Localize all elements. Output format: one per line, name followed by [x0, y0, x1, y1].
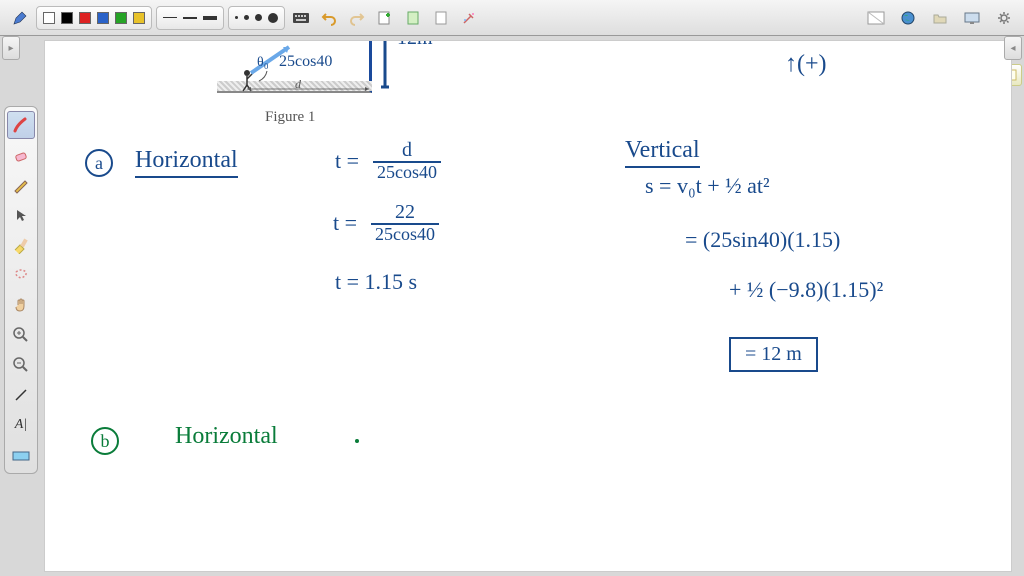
- new-page-icon[interactable]: [373, 6, 397, 30]
- toggle-panel-icon[interactable]: [864, 6, 888, 30]
- keyboard-icon[interactable]: [289, 6, 313, 30]
- part-b-horizontal-heading: Horizontal: [175, 423, 278, 450]
- pen-cursor-dot: [355, 439, 359, 443]
- shape-tool[interactable]: [7, 441, 35, 469]
- eq1-den: 25cos40: [373, 163, 441, 183]
- distance-d-label: d: [295, 77, 301, 92]
- tool-palette: A|: [4, 106, 38, 474]
- swatch-green[interactable]: [115, 12, 127, 24]
- zoom-in-tool[interactable]: [7, 321, 35, 349]
- right-drawer-handle[interactable]: ◂: [1004, 36, 1022, 60]
- dot-size-group: [228, 6, 285, 30]
- vertical-heading: Vertical: [625, 137, 700, 168]
- eq2-den: 25cos40: [371, 225, 439, 245]
- horizontal-heading: Horizontal: [135, 147, 238, 178]
- pencil-tool[interactable]: [7, 171, 35, 199]
- pan-hand-tool[interactable]: [7, 291, 35, 319]
- line-tool[interactable]: [7, 381, 35, 409]
- toolbar-left-cluster: [8, 6, 481, 30]
- boxed-result: = 12 m: [729, 337, 818, 372]
- workspace: A|: [0, 36, 1024, 576]
- left-drawer-handle[interactable]: ▸: [2, 36, 20, 60]
- width-thin[interactable]: [163, 17, 177, 18]
- color-swatch-group: [36, 6, 152, 30]
- dot-md[interactable]: [255, 14, 262, 21]
- undo-icon[interactable]: [317, 6, 341, 30]
- height-bracket: [377, 40, 397, 93]
- figure-diagram: θ₀ 25cos40 d 12m: [217, 40, 417, 109]
- eq1-lhs: t =: [335, 148, 359, 174]
- pointer-tool[interactable]: [7, 201, 35, 229]
- brush-tool[interactable]: [7, 111, 35, 139]
- eq-t-22: t = 22 25cos40: [333, 201, 439, 245]
- figure-caption: Figure 1: [265, 109, 315, 126]
- swatch-blue[interactable]: [97, 12, 109, 24]
- height-label: 12m: [397, 40, 433, 50]
- line-width-group: [156, 6, 224, 30]
- monitor-icon[interactable]: [960, 6, 984, 30]
- whiteboard-canvas[interactable]: θ₀ 25cos40 d 12m Figure 1 ↑(+) a Horizon…: [44, 40, 1012, 572]
- page-green-icon[interactable]: [401, 6, 425, 30]
- text-tool[interactable]: A|: [7, 411, 35, 439]
- width-thick[interactable]: [203, 16, 217, 20]
- globe-icon[interactable]: [896, 6, 920, 30]
- toolbar-right-cluster: [864, 6, 1016, 30]
- settings-gear-icon[interactable]: [992, 6, 1016, 30]
- width-med[interactable]: [183, 17, 197, 19]
- swatch-black[interactable]: [61, 12, 73, 24]
- eq-kinematic: s = v₀t + ½ at²: [645, 173, 770, 199]
- part-a-marker: a: [85, 149, 113, 177]
- redo-icon[interactable]: [345, 6, 369, 30]
- folder-icon[interactable]: [928, 6, 952, 30]
- eraser-tool[interactable]: [7, 141, 35, 169]
- page-blank-icon[interactable]: [429, 6, 453, 30]
- eq-t-result: t = 1.15 s: [335, 269, 417, 295]
- horiz-component-label: 25cos40: [279, 53, 332, 71]
- eq-t-d: t = d 25cos40: [335, 139, 441, 183]
- part-b-marker: b: [91, 427, 119, 455]
- zoom-out-tool[interactable]: [7, 351, 35, 379]
- swatch-yellow[interactable]: [133, 12, 145, 24]
- pen-icon[interactable]: [8, 6, 32, 30]
- eq2-num: 22: [391, 201, 419, 223]
- angle-label: θ₀: [257, 55, 269, 71]
- top-toolbar: [0, 0, 1024, 36]
- magic-icon[interactable]: [457, 6, 481, 30]
- dot-sm[interactable]: [244, 15, 249, 20]
- swatch-white[interactable]: [43, 12, 55, 24]
- eq-vert-line3: + ½ (−9.8)(1.15)²: [729, 277, 883, 303]
- eq1-num: d: [398, 139, 416, 161]
- highlight-tool[interactable]: [7, 231, 35, 259]
- eq2-lhs: t =: [333, 210, 357, 236]
- lasso-tool[interactable]: [7, 261, 35, 289]
- swatch-red[interactable]: [79, 12, 91, 24]
- eq-vert-line2: = (25sin40)(1.15): [685, 227, 840, 253]
- positive-direction-label: ↑(+): [785, 51, 827, 78]
- dot-xs[interactable]: [235, 16, 238, 19]
- dot-lg[interactable]: [268, 13, 278, 23]
